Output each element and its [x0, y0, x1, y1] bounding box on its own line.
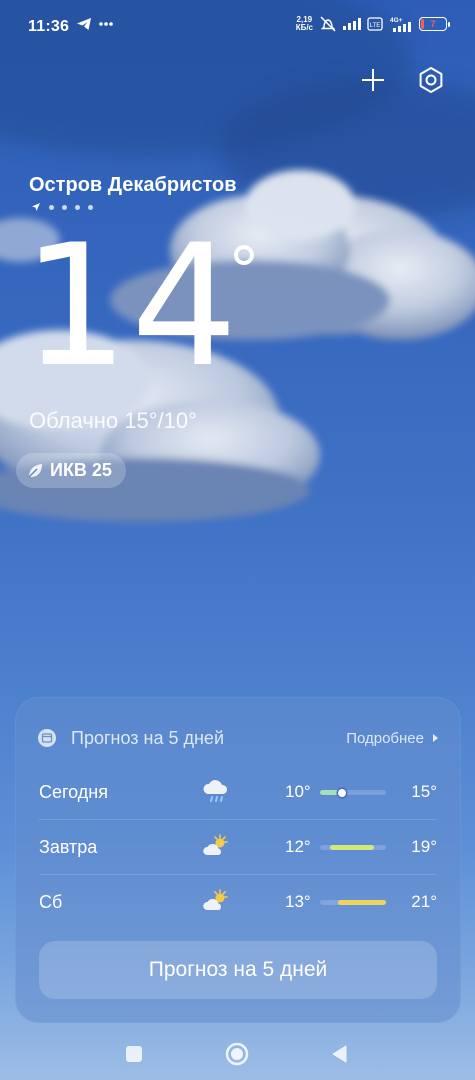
forecast-day: Сб [39, 891, 63, 912]
forecast-row-tomorrow[interactable]: Завтра 12° 19° [39, 820, 437, 874]
back-triangle-icon [332, 1045, 347, 1063]
forecast-min: 13° [285, 892, 311, 911]
forecast-row-today[interactable]: Сегодня 10° 15° [39, 765, 437, 819]
network-speed: 2,19 КБ/с [295, 15, 313, 32]
calendar-icon [38, 729, 56, 747]
notification-icons [76, 17, 114, 31]
forecast-more-link[interactable]: Подробнее [346, 730, 439, 747]
arrow-right-icon [433, 734, 438, 742]
forecast-day: Сегодня [39, 781, 108, 802]
settings-icon [419, 67, 443, 93]
forecast-row-saturday[interactable]: Сб 13° 21° [39, 875, 437, 929]
square-icon [126, 1046, 142, 1062]
status-bar: 11:36 2,19 КБ/с LTE 4G+ 7 [0, 0, 475, 56]
home-button[interactable] [223, 1040, 251, 1068]
recents-button[interactable] [120, 1040, 148, 1068]
range-fill [329, 845, 375, 850]
battery-level: 7 [430, 19, 436, 29]
signal-4g-icon: 4G+ [390, 17, 411, 32]
signal-icon [343, 18, 361, 30]
partly-cloudy-icon [203, 834, 228, 855]
rain-cloud-icon [203, 780, 228, 802]
forecast-max: 19° [411, 837, 437, 856]
forecast-card: Прогноз на 5 дней Подробнее Сегодня 10° … [15, 697, 461, 1023]
circle-icon [225, 1042, 249, 1066]
battery-icon: 7 [419, 17, 450, 31]
navigation-bar [0, 1030, 475, 1080]
temperature-range-bar [320, 900, 386, 905]
forecast-day: Завтра [39, 836, 98, 857]
range-fill [338, 900, 386, 905]
svg-text:LTE: LTE [370, 23, 381, 29]
temperature-range-bar [320, 788, 386, 797]
alarm-off-icon [320, 16, 336, 32]
status-time: 11:36 [28, 18, 70, 35]
volte-icon: LTE [367, 17, 383, 31]
settings-button[interactable] [415, 64, 447, 96]
weather-condition: Облачно 15°/10° [29, 408, 197, 433]
forecast-max: 15° [411, 782, 437, 801]
partly-cloudy-icon [203, 889, 228, 910]
forecast-min: 10° [285, 782, 311, 801]
telegram-icon [77, 18, 91, 30]
aqi-label: ИКВ 25 [50, 460, 112, 480]
status-right-icons: 2,19 КБ/с LTE 4G+ 7 [295, 15, 450, 32]
leaf-icon [28, 463, 42, 477]
aqi-badge[interactable]: ИКВ 25 [16, 453, 126, 488]
forecast-max: 21° [411, 892, 437, 911]
location-name[interactable]: Остров Декабристов [29, 174, 237, 197]
forecast-header: Прогноз на 5 дней Подробнее [37, 725, 439, 751]
five-day-forecast-button[interactable]: Прогноз на 5 дней [39, 941, 437, 999]
network-type: 4G+ [390, 17, 403, 24]
back-button[interactable] [326, 1040, 354, 1068]
temperature-range-bar [320, 845, 386, 850]
add-city-button[interactable] [357, 64, 389, 96]
forecast-min: 12° [285, 837, 311, 856]
forecast-title: Прогноз на 5 дней [71, 727, 224, 748]
current-temperature: 14 ° [22, 208, 262, 404]
plus-icon [362, 69, 384, 91]
degree-symbol: ° [228, 235, 262, 309]
more-icon [99, 22, 113, 26]
current-temp-marker [337, 788, 346, 797]
